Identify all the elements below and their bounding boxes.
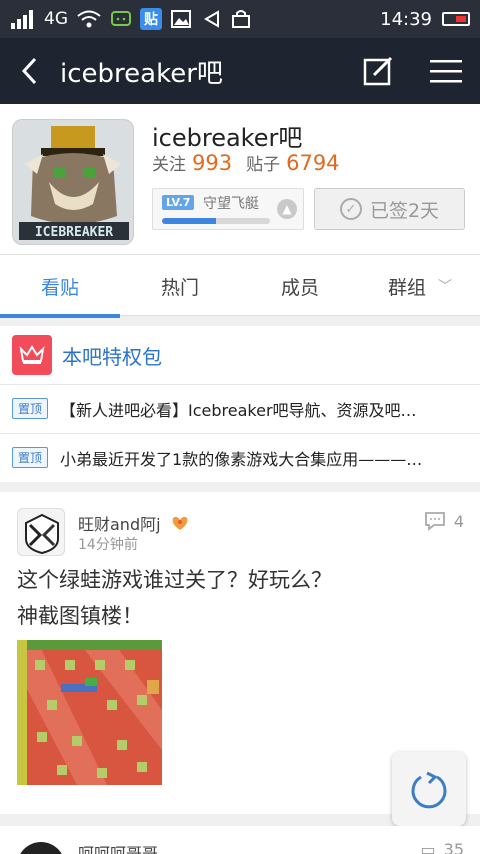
post-title: 这个绿蛙游戏谁过关了？好玩么？ bbox=[17, 568, 332, 592]
signed-label: 已签2天 bbox=[369, 199, 440, 222]
network-type: 4G bbox=[44, 9, 68, 29]
forum-name: icebreaker吧 bbox=[152, 124, 303, 152]
pinned-item[interactable]: 置顶 【新人进吧必看】Icebreaker吧导航、资源及吧… bbox=[0, 384, 480, 432]
menu-button[interactable] bbox=[412, 38, 480, 104]
compose-button[interactable] bbox=[344, 38, 412, 104]
privilege-label: 本吧特权包 bbox=[62, 344, 162, 369]
sign-in-button[interactable]: ✓ 已签2天 bbox=[314, 188, 465, 230]
image-icon bbox=[170, 9, 192, 29]
post-author[interactable]: 呵呵呵哥哥 bbox=[78, 840, 158, 854]
back-icon bbox=[21, 57, 37, 85]
forum-stats: 关注 993 贴子 6794 bbox=[152, 150, 348, 175]
follow-count: 993 bbox=[192, 151, 233, 175]
page-title: icebreaker吧 bbox=[60, 58, 223, 89]
post-time: 14分钟前 bbox=[78, 537, 138, 553]
pinned-title: 【新人进吧必看】Icebreaker吧导航、资源及吧… bbox=[60, 400, 417, 420]
avatar[interactable] bbox=[17, 508, 65, 556]
battery-icon bbox=[442, 12, 470, 26]
tab-hot[interactable]: 热门 bbox=[120, 255, 240, 317]
posts-label: 贴子 bbox=[246, 155, 281, 175]
pinned-badge: 置顶 bbox=[12, 398, 49, 419]
level-box[interactable]: LV.7 守望飞艇 ▲ bbox=[152, 188, 304, 230]
tab-posts[interactable]: 看贴 bbox=[0, 255, 120, 318]
posts-count: 6794 bbox=[286, 151, 340, 175]
tab-label: 群组 bbox=[387, 276, 426, 299]
level-flag-icon: ▲ bbox=[277, 199, 297, 219]
author-name: 旺财and阿j bbox=[78, 515, 161, 534]
pinned-badge: 置顶 bbox=[12, 447, 49, 468]
bag-icon bbox=[230, 9, 252, 29]
privilege-row[interactable]: 本吧特权包 bbox=[0, 326, 480, 384]
status-time: 14:39 bbox=[380, 8, 432, 30]
level-progress-bar bbox=[162, 218, 270, 224]
title-bar: icebreaker吧 bbox=[0, 38, 480, 104]
refresh-icon bbox=[411, 771, 447, 809]
forum-avatar[interactable]: ICEBREAKER bbox=[12, 119, 134, 245]
tab-members[interactable]: 成员 bbox=[240, 255, 360, 317]
pinned-section: 本吧特权包 置顶 【新人进吧必看】Icebreaker吧导航、资源及吧… 置顶 … bbox=[0, 326, 480, 482]
post-subtitle: 神截图镇楼！ bbox=[17, 604, 143, 628]
forum-header: ICEBREAKER icebreaker吧 关注 993 贴子 6794 LV… bbox=[0, 104, 480, 254]
tab-bar: 看贴 热门 成员 群组 ﹀ bbox=[0, 254, 480, 318]
comment-icon: ▭ bbox=[420, 840, 436, 854]
comment-icon bbox=[424, 512, 445, 531]
message-icon bbox=[110, 9, 132, 29]
crown-icon bbox=[12, 335, 52, 375]
pinned-item[interactable]: 置顶 小弟最近开发了1款的像素游戏大合集应用———… bbox=[0, 433, 480, 481]
user-badge-icon bbox=[172, 516, 187, 530]
avatar[interactable] bbox=[17, 842, 65, 854]
follow-label: 关注 bbox=[152, 155, 186, 175]
pinned-title: 小弟最近开发了1款的像素游戏大合集应用———… bbox=[60, 449, 423, 469]
tab-label: 看贴 bbox=[40, 276, 79, 299]
tab-groups[interactable]: 群组 ﹀ bbox=[360, 255, 480, 317]
tab-label: 热门 bbox=[160, 276, 199, 299]
comment-count[interactable]: ▭ 35 bbox=[421, 840, 464, 854]
menu-icon bbox=[430, 60, 462, 83]
comment-number: 35 bbox=[443, 840, 464, 854]
refresh-button[interactable] bbox=[392, 752, 466, 826]
volume-icon bbox=[200, 9, 222, 29]
back-button[interactable] bbox=[0, 38, 60, 104]
post-author[interactable]: 旺财and阿j bbox=[78, 511, 191, 535]
status-bar: 4G 贴 14:39 bbox=[0, 0, 480, 38]
tab-label: 成员 bbox=[280, 276, 319, 299]
forum-avatar-text: ICEBREAKER bbox=[35, 225, 113, 240]
level-progress-fill bbox=[162, 218, 216, 224]
comment-number: 4 bbox=[453, 511, 464, 531]
wifi-icon bbox=[76, 9, 102, 29]
comment-count[interactable]: 4 bbox=[424, 511, 464, 531]
post-image[interactable] bbox=[17, 640, 162, 785]
chevron-down-icon: ﹀ bbox=[438, 279, 452, 295]
check-icon: ✓ bbox=[339, 198, 362, 220]
tieba-icon: 贴 bbox=[140, 8, 162, 30]
post-card[interactable]: 呵呵呵哥哥 ▭ 35 bbox=[0, 826, 480, 854]
signal-icon bbox=[10, 9, 36, 29]
edit-icon bbox=[363, 56, 393, 86]
level-name: 守望飞艇 bbox=[203, 196, 259, 212]
level-badge: LV.7 bbox=[162, 195, 195, 210]
